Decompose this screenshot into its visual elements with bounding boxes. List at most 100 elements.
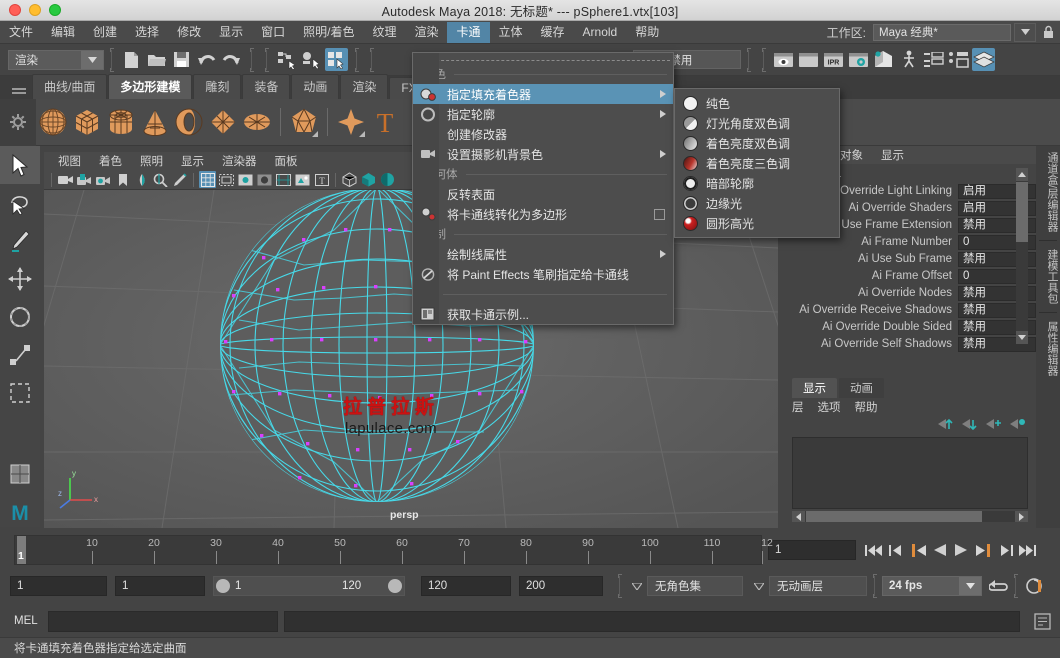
- menu-edit[interactable]: 编辑: [42, 22, 84, 43]
- attr-menu-display[interactable]: 显示: [872, 147, 913, 163]
- scroll-left-icon[interactable]: [792, 511, 805, 522]
- menu-window[interactable]: 窗口: [252, 22, 294, 43]
- range-slider-left-grip[interactable]: [216, 579, 230, 593]
- step-forward-frame-icon[interactable]: [974, 540, 993, 560]
- scroll-up-icon[interactable]: [1016, 168, 1028, 181]
- scroll-right-icon[interactable]: [1015, 511, 1028, 522]
- select-hierarchy-icon[interactable]: [275, 48, 298, 71]
- smooth-shading-icon[interactable]: [360, 171, 377, 188]
- menu-item-convert-toon-to-polygons[interactable]: 将卡通线转化为多边形: [413, 204, 673, 224]
- option-box-corner-icon[interactable]: [312, 131, 318, 137]
- layer-new-selected-icon[interactable]: [1010, 417, 1026, 433]
- option-box-corner-icon[interactable]: [359, 131, 365, 137]
- chevron-down-icon[interactable]: [81, 51, 103, 69]
- tab-display-layers[interactable]: 显示: [792, 378, 837, 398]
- shelf-tab-sculpting[interactable]: 雕刻: [193, 74, 241, 99]
- shelf-drag-handle[interactable]: [6, 79, 32, 99]
- menuset-combo[interactable]: 渲染: [8, 50, 104, 70]
- grease-pencil-icon[interactable]: [171, 171, 188, 188]
- render-view-icon[interactable]: [772, 48, 795, 71]
- viewport-menu-display[interactable]: 显示: [172, 153, 213, 169]
- scroll-thumb[interactable]: [1016, 182, 1028, 242]
- shelf-tab-poly-modeling[interactable]: 多边形建模: [108, 74, 192, 99]
- lock-icon[interactable]: [1040, 23, 1056, 42]
- rigging-icon[interactable]: [897, 48, 920, 71]
- command-language-label[interactable]: MEL: [14, 615, 48, 627]
- open-file-icon[interactable]: [145, 48, 168, 71]
- render-settings-icon[interactable]: [847, 48, 870, 71]
- workspace-selector[interactable]: 工作区: Maya 经典*: [827, 23, 1060, 42]
- assign-fill-shader-submenu[interactable]: 纯色 灯光角度双色调 着色亮度双色调 着色亮度三色调 暗部轮廓 边缘光 圆形高光: [674, 88, 840, 238]
- paint-select-icon[interactable]: [0, 222, 40, 260]
- viewport-menu-panels[interactable]: 面板: [266, 153, 307, 169]
- menu-item-assign-outline[interactable]: 指定轮廓: [413, 104, 673, 124]
- chevron-down-icon[interactable]: [749, 576, 769, 596]
- anim-end-field[interactable]: 200: [519, 576, 603, 596]
- chevron-down-icon[interactable]: [959, 577, 981, 595]
- menu-display[interactable]: 显示: [210, 22, 252, 43]
- scale-tool-icon[interactable]: [0, 336, 40, 374]
- image-plane-icon[interactable]: [133, 171, 150, 188]
- redo-icon[interactable]: [220, 48, 243, 71]
- chevron-down-icon[interactable]: [1014, 23, 1036, 42]
- layer-horizontal-scrollbar[interactable]: [792, 511, 1028, 522]
- outliner-icon[interactable]: [922, 48, 945, 71]
- menu-select[interactable]: 选择: [126, 22, 168, 43]
- node-editor-icon[interactable]: [947, 48, 970, 71]
- menu-create[interactable]: 创建: [84, 22, 126, 43]
- submenu-item-dark-profile[interactable]: 暗部轮廓: [675, 173, 839, 193]
- play-forward-icon[interactable]: [952, 540, 971, 560]
- menu-item-assign-fill-shader[interactable]: 指定填充着色器: [413, 84, 673, 104]
- range-slider[interactable]: 1 120: [213, 576, 405, 596]
- menu-arnold[interactable]: Arnold: [574, 22, 627, 43]
- menu-texturing[interactable]: 纹理: [363, 22, 405, 43]
- menu-render[interactable]: 渲染: [405, 22, 447, 43]
- two-d-pan-zoom-icon[interactable]: [152, 171, 169, 188]
- sidebar-tab-attribute-editor[interactable]: 属性编辑器: [1036, 315, 1060, 382]
- field-chart-icon[interactable]: [275, 171, 292, 188]
- menu-tear-off-handle[interactable]: [416, 55, 670, 61]
- layer-editor-icon[interactable]: [972, 48, 995, 71]
- platonic-solid-icon[interactable]: [287, 102, 321, 142]
- scroll-down-icon[interactable]: [1016, 331, 1028, 344]
- menu-help[interactable]: 帮助: [626, 22, 668, 43]
- step-back-key-icon[interactable]: [886, 540, 905, 560]
- submenu-item-light-angle-two-tone[interactable]: 灯光角度双色调: [675, 113, 839, 133]
- safe-title-icon[interactable]: T: [313, 171, 330, 188]
- layer-menu-help[interactable]: 帮助: [855, 399, 892, 415]
- polygon-disc-icon[interactable]: [240, 102, 274, 142]
- menu-item-assign-paint-effects-brush[interactable]: 将 Paint Effects 笔刷指定给卡通线: [413, 264, 673, 284]
- option-box-checkbox[interactable]: [654, 209, 665, 220]
- resolution-gate-icon[interactable]: [237, 171, 254, 188]
- camera-icon[interactable]: [57, 171, 74, 188]
- attr-row[interactable]: Ai Override Receive Shadows 禁用: [784, 302, 1036, 318]
- chevron-down-icon[interactable]: [627, 576, 647, 596]
- menu-file[interactable]: 文件: [0, 22, 42, 43]
- layer-menu-layers[interactable]: 层: [792, 399, 818, 415]
- time-slider[interactable]: 1 10 20 30 40 50 60 70 80 90 100 110 12: [14, 535, 762, 565]
- polygon-sphere-icon[interactable]: [36, 102, 70, 142]
- sidebar-tab-channel-box[interactable]: 通道盒/层编辑器: [1036, 146, 1060, 238]
- menu-modify[interactable]: 修改: [168, 22, 210, 43]
- viewport-menu-shading[interactable]: 着色: [90, 153, 131, 169]
- layer-list[interactable]: [792, 437, 1028, 509]
- polygon-cube-icon[interactable]: [70, 102, 104, 142]
- menu-toon[interactable]: 卡通: [447, 22, 489, 43]
- grid-toggle-icon[interactable]: [199, 171, 216, 188]
- layer-menu-options[interactable]: 选项: [818, 399, 855, 415]
- scroll-thumb[interactable]: [806, 511, 982, 522]
- auto-keyframe-icon[interactable]: [1023, 576, 1047, 596]
- menu-item-paint-line-attributes[interactable]: 绘制线属性: [413, 244, 673, 264]
- submenu-item-circle-highlight[interactable]: 圆形高光: [675, 213, 839, 233]
- safe-action-icon[interactable]: [294, 171, 311, 188]
- shelf-tab-rendering[interactable]: 渲染: [340, 74, 388, 99]
- script-editor-icon[interactable]: [1032, 610, 1052, 632]
- attr-row[interactable]: Ai Override Nodes 禁用: [784, 285, 1036, 301]
- go-to-end-icon[interactable]: [1018, 540, 1037, 560]
- layout-single-perspective-icon[interactable]: [0, 455, 40, 493]
- hypershade-icon[interactable]: [872, 48, 895, 71]
- submenu-item-shaded-brightness-two-tone[interactable]: 着色亮度双色调: [675, 133, 839, 153]
- range-start-field[interactable]: 1: [115, 576, 205, 596]
- attribute-scrollbar[interactable]: [1016, 168, 1028, 344]
- shelf-tab-animation[interactable]: 动画: [291, 74, 339, 99]
